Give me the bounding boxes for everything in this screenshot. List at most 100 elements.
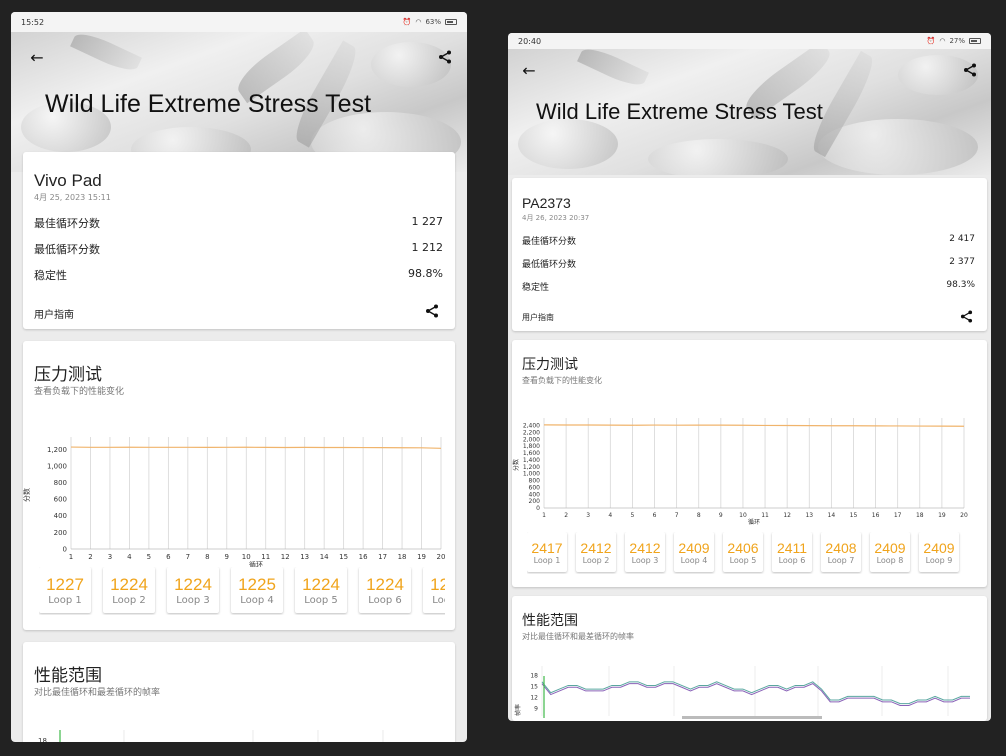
x-tick-label: 6 xyxy=(166,553,171,561)
x-tick-label: 16 xyxy=(359,553,368,561)
loop-score-value: 2406 xyxy=(727,539,759,556)
loop-score-value: 1224 xyxy=(430,574,445,594)
loop-score-item[interactable]: 1224 Loop 3 xyxy=(167,567,219,613)
loop-score-item[interactable]: 2409 Loop 9 xyxy=(919,532,959,572)
loop-score-item[interactable]: 1224 Loop 2 xyxy=(103,567,155,613)
y-tick-label: 0 xyxy=(536,505,540,512)
test-date: 4月 25, 2023 15:11 xyxy=(34,193,111,202)
loop-label: Loop 7 xyxy=(432,594,445,606)
x-tick-label: 15 xyxy=(339,553,348,561)
performance-range-card: 性能范围 对比最佳循环和最差循环的帧率 18 xyxy=(23,642,455,742)
back-arrow-icon[interactable]: ← xyxy=(26,46,48,68)
status-icons: ⏰ ◠ 63% xyxy=(403,18,457,26)
stability-value: 98.3% xyxy=(946,280,975,290)
loop-score-value: 1225 xyxy=(238,574,276,594)
performance-range-subtitle: 对比最佳循环和最差循环的帧率 xyxy=(34,688,161,698)
stress-line-chart: 02004006008001,0001,2001,4001,6001,8002,… xyxy=(512,418,968,526)
loop-score-item[interactable]: 1224 Loop 6 xyxy=(359,567,411,613)
share-icon[interactable] xyxy=(434,46,456,68)
y-tick-label: 18 xyxy=(530,673,538,680)
loop-score-value: 1224 xyxy=(110,574,148,594)
loop-score-item[interactable]: 1224Loop 7 xyxy=(423,567,445,613)
y-tick-label: 200 xyxy=(529,498,541,505)
loop-score-value: 2412 xyxy=(580,539,612,556)
loop-score-item[interactable]: 2409 Loop 8 xyxy=(870,532,910,572)
y-axis-label: 分数 xyxy=(22,488,31,502)
x-tick-label: 16 xyxy=(872,512,880,519)
share-icon[interactable] xyxy=(425,303,439,322)
y-tick-label: 15 xyxy=(530,684,538,691)
loop-score-item[interactable]: 2417 Loop 1 xyxy=(527,532,567,572)
x-tick-label: 3 xyxy=(108,553,112,561)
stress-line-chart: 02004006008001,0001,2001 2 3 4 5 6 7 8 9 10 11 12 13… xyxy=(22,437,445,569)
y-tick-label: 12 xyxy=(530,694,538,701)
y-tick-label: 2,000 xyxy=(523,436,540,443)
loop-label: Loop 1 xyxy=(533,555,561,565)
loop-label: Loop 5 xyxy=(729,555,757,565)
loop-label: Loop 3 xyxy=(176,594,210,606)
loop-score-item[interactable]: 2412 Loop 2 xyxy=(576,532,616,572)
stability-row: 稳定性 98.8% xyxy=(34,267,443,283)
battery-percent: 27% xyxy=(949,37,965,45)
stability-row: 稳定性 98.3% xyxy=(522,280,975,293)
worst-loop-label: 最低循环分数 xyxy=(34,243,100,256)
x-tick-label: 5 xyxy=(631,512,635,519)
x-tick-label: 20 xyxy=(960,512,968,519)
worst-loop-value: 1 212 xyxy=(411,241,444,254)
x-axis-label: 循环 xyxy=(748,518,760,526)
y-tick-label: 600 xyxy=(529,484,541,491)
best-loop-label: 最佳循环分数 xyxy=(522,237,577,247)
loop-score-item[interactable]: 1227 Loop 1 xyxy=(39,567,91,613)
y-tick-label: 1,400 xyxy=(523,457,540,464)
share-icon[interactable] xyxy=(960,308,973,327)
loop-score-item[interactable]: 2412 Loop 3 xyxy=(625,532,665,572)
loop-score-item[interactable]: 2409 Loop 4 xyxy=(674,532,714,572)
device-name: Vivo Pad xyxy=(34,171,102,190)
x-tick-label: 8 xyxy=(697,512,701,519)
loop-score-item[interactable]: 2408 Loop 7 xyxy=(821,532,861,572)
loop-label: Loop 2 xyxy=(112,594,146,606)
y-tick-label: 400 xyxy=(529,491,541,498)
loop-label: Loop 8 xyxy=(876,555,904,565)
x-tick-label: 18 xyxy=(398,553,407,561)
x-tick-label: 14 xyxy=(320,553,329,561)
battery-icon xyxy=(445,19,457,25)
x-tick-label: 11 xyxy=(261,553,270,561)
loop-label: Loop 9 xyxy=(925,555,953,565)
loop-label: Loop 7 xyxy=(827,555,855,565)
y-tick-label: 800 xyxy=(54,479,67,487)
series-line xyxy=(70,446,442,449)
loop-score-item[interactable]: 2411 Loop 6 xyxy=(772,532,812,572)
test-date: 4月 26, 2023 20:37 xyxy=(522,214,590,222)
loop-score-list[interactable]: 2417 Loop 1 2412 Loop 2 2412 Loop 3 2409 Loop 4… xyxy=(527,532,982,574)
hero-banner: ← Wild Life Extreme Stress Test xyxy=(11,32,467,172)
best-loop-row: 最佳循环分数 1 227 xyxy=(34,215,443,231)
battery-icon xyxy=(969,38,981,44)
x-tick-label: 17 xyxy=(894,512,902,519)
status-bar: 15:52 ⏰ ◠ 63% xyxy=(11,12,467,32)
series-line xyxy=(543,424,965,427)
y-tick-label: 1,200 xyxy=(523,464,540,471)
loop-label: Loop 6 xyxy=(778,555,806,565)
share-icon[interactable] xyxy=(959,59,981,81)
x-tick-label: 1 xyxy=(542,512,546,519)
loop-score-list[interactable]: 1227 Loop 1 1224 Loop 2 1224 Loop 3 1225 Loop 4… xyxy=(39,567,445,615)
y-tick-label: 0 xyxy=(63,545,67,553)
loop-label: Loop 4 xyxy=(240,594,274,606)
back-arrow-icon[interactable]: ← xyxy=(518,59,540,81)
stress-test-card: 压力测试 查看负载下的性能变化 0 200 400 600 800 1,000 1,200 1… xyxy=(512,340,987,587)
battery-percent: 63% xyxy=(425,18,441,26)
device-name: PA2373 xyxy=(522,195,571,211)
x-tick-label: 10 xyxy=(739,512,747,519)
x-tick-label: 14 xyxy=(828,512,836,519)
user-guide-link[interactable]: 用户指南 xyxy=(522,312,554,323)
stability-label: 稳定性 xyxy=(522,283,550,293)
x-tick-label: 15 xyxy=(850,512,858,519)
page-title: Wild Life Extreme Stress Test xyxy=(536,99,823,124)
loop-score-item[interactable]: 1224 Loop 5 xyxy=(295,567,347,613)
loop-score-item[interactable]: 1225 Loop 4 xyxy=(231,567,283,613)
loop-score-item[interactable]: 2406 Loop 5 xyxy=(723,532,763,572)
x-tick-label: 12 xyxy=(281,553,290,561)
user-guide-link[interactable]: 用户指南 xyxy=(34,306,74,321)
loop-label: Loop 5 xyxy=(304,594,338,606)
